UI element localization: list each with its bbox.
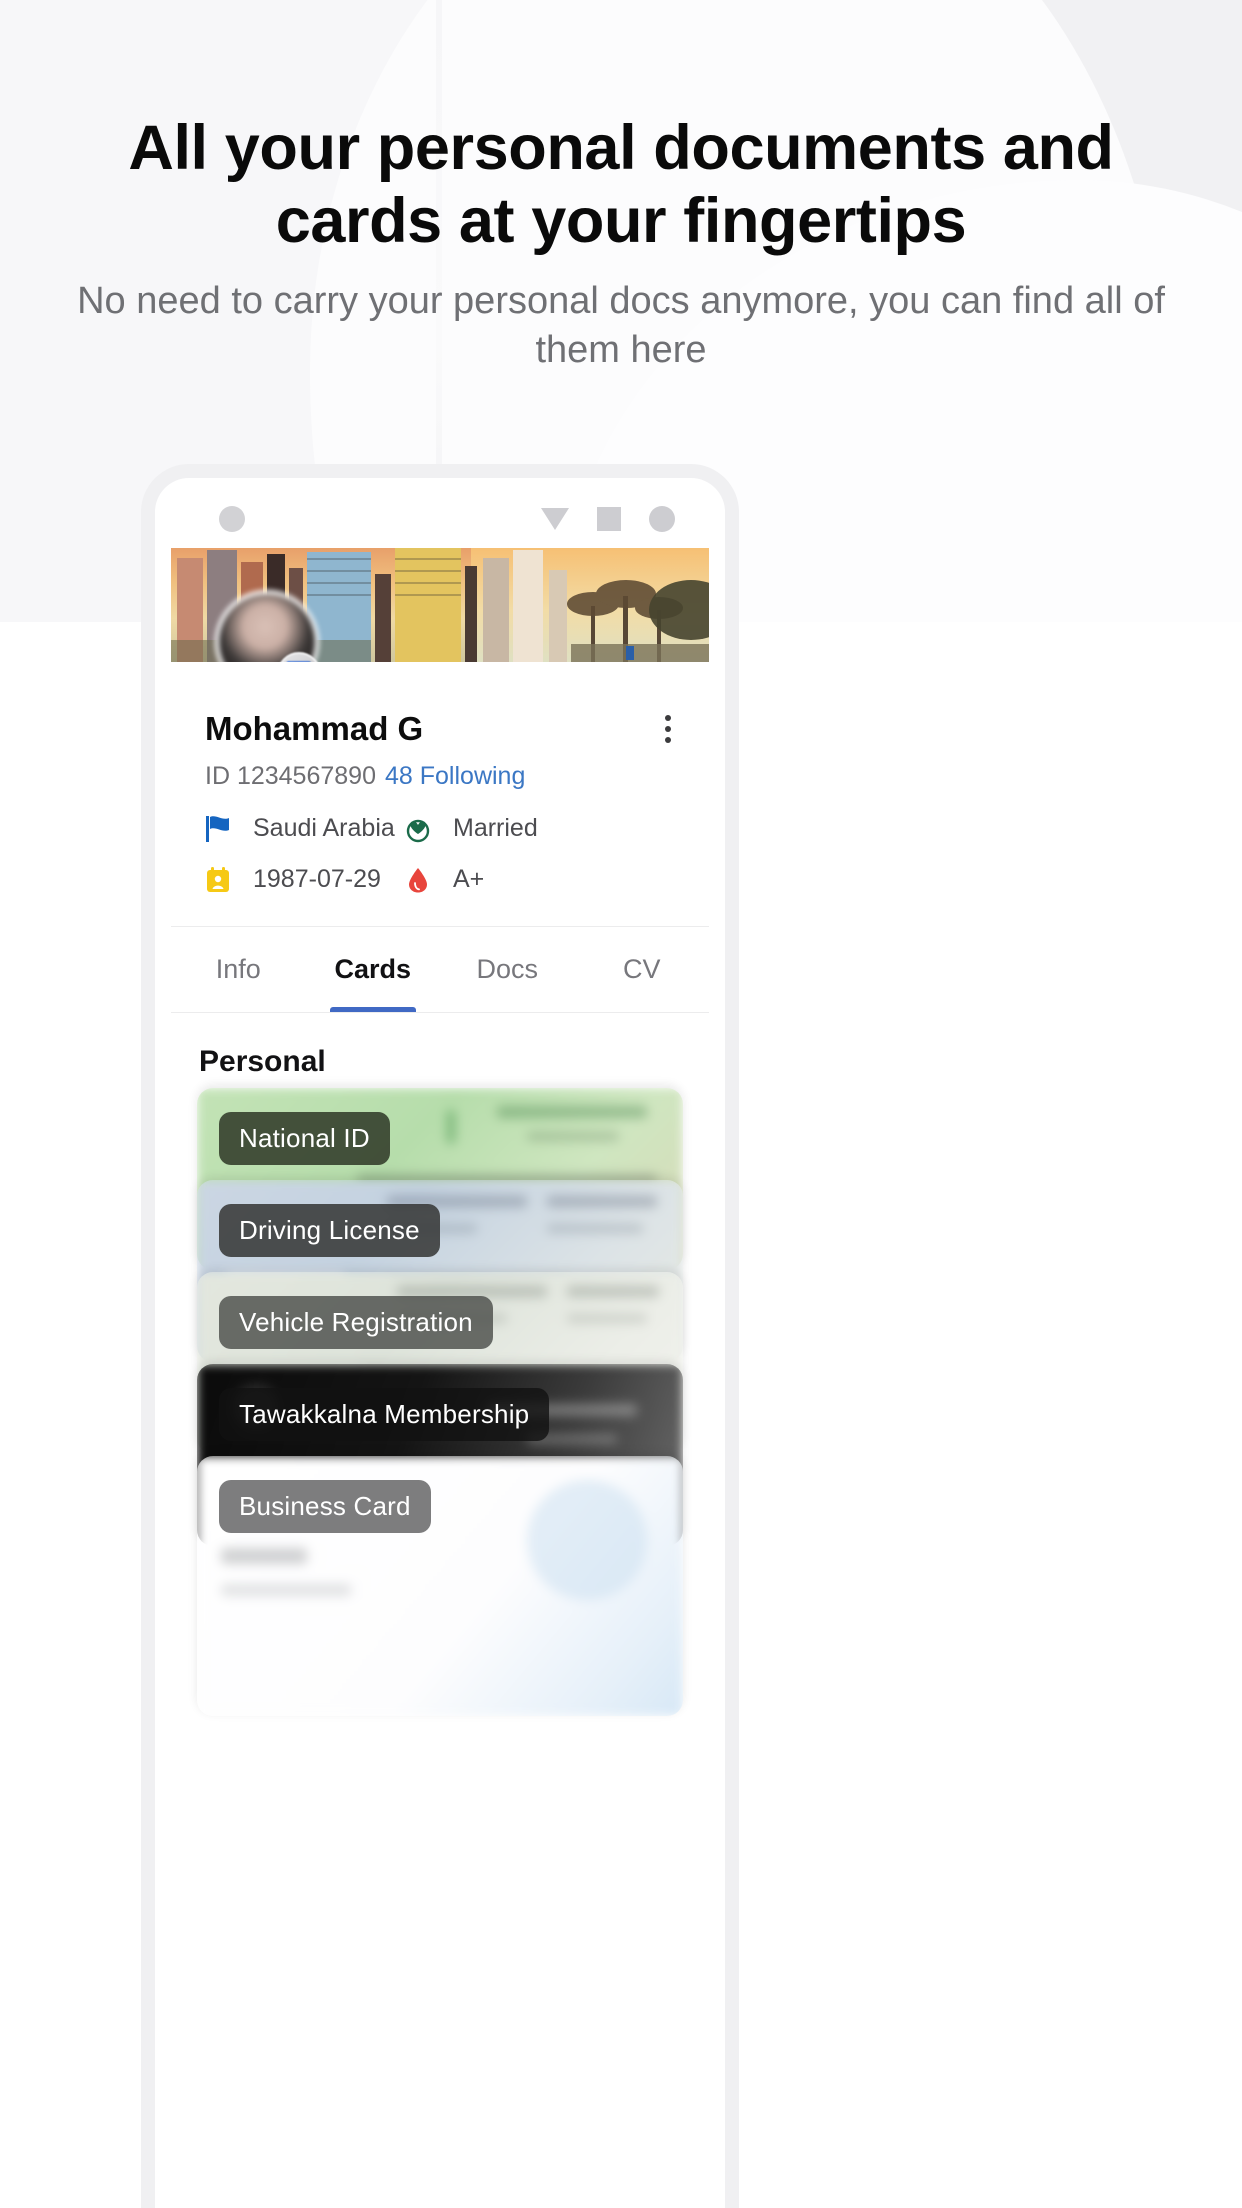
heart-icon bbox=[405, 815, 439, 843]
following-link[interactable]: 48 Following bbox=[385, 762, 525, 791]
calendar-icon bbox=[205, 866, 239, 894]
tab-info[interactable]: Info bbox=[171, 927, 306, 1012]
profile-id-label: ID 1234567890 bbox=[205, 762, 376, 790]
page-title: Mohammad G bbox=[205, 710, 424, 747]
meta-birthdate-label: 1987-07-29 bbox=[253, 865, 381, 893]
recents-circle-icon[interactable] bbox=[649, 506, 675, 532]
meta-country-label: Saudi Arabia bbox=[253, 814, 395, 842]
meta-bloodtype-label: A+ bbox=[453, 865, 485, 893]
cards-stack: National ID Driving License Vehicle Regi… bbox=[171, 1088, 709, 2208]
card-label: Vehicle Registration bbox=[219, 1296, 493, 1349]
tab-bar[interactable]: Info Cards Docs CV bbox=[171, 927, 709, 1013]
profile-meta-row: 1987-07-29 A+ bbox=[205, 865, 683, 894]
card-label: National ID bbox=[219, 1112, 390, 1165]
meta-country: Saudi Arabia bbox=[205, 814, 405, 843]
profile-meta-grid: Saudi Arabia Married 1987-07-29 A+ bbox=[205, 814, 683, 916]
tab-cards[interactable]: Cards bbox=[306, 927, 441, 1012]
phone-screen: ♿ Mohammad G ID 1234567890 48 Following bbox=[163, 486, 717, 2208]
home-square-icon[interactable] bbox=[597, 507, 621, 531]
camera-dot-icon bbox=[219, 506, 245, 532]
card-label: Driving License bbox=[219, 1204, 440, 1257]
promo-subtitle: No need to carry your personal docs anym… bbox=[77, 280, 1165, 371]
phone-mockup: ♿ Mohammad G ID 1234567890 48 Following bbox=[155, 478, 725, 2208]
card-label: Tawakkalna Membership bbox=[219, 1388, 550, 1441]
profile-card: Mohammad G ID 1234567890 48 Following Sa… bbox=[171, 662, 709, 927]
card-label: Business Card bbox=[219, 1480, 431, 1533]
meta-marital-label: Married bbox=[453, 814, 538, 842]
profile-name-row: Mohammad G bbox=[205, 710, 683, 748]
card-business-card[interactable]: Business Card bbox=[197, 1456, 683, 1716]
status-bar bbox=[163, 486, 717, 548]
blood-drop-icon bbox=[405, 866, 439, 894]
back-triangle-icon[interactable] bbox=[541, 508, 569, 530]
section-title-personal: Personal bbox=[199, 1045, 326, 1078]
kebab-menu-icon[interactable] bbox=[653, 712, 683, 746]
flag-icon bbox=[205, 815, 239, 843]
meta-bloodtype: A+ bbox=[405, 865, 605, 894]
meta-marital: Married bbox=[405, 814, 605, 843]
navigation-bar[interactable] bbox=[541, 506, 675, 532]
tab-docs[interactable]: Docs bbox=[440, 927, 575, 1012]
profile-id-row: ID 1234567890 48 Following bbox=[205, 762, 683, 791]
promo-headline: All your personal documents and cards at… bbox=[128, 113, 1114, 257]
tab-cv[interactable]: CV bbox=[575, 927, 710, 1012]
profile-meta-row: Saudi Arabia Married bbox=[205, 814, 683, 843]
meta-birthdate: 1987-07-29 bbox=[205, 865, 405, 894]
